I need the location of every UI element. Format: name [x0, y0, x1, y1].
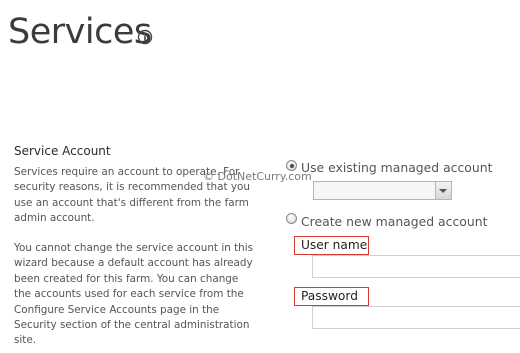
info-icon[interactable]	[137, 29, 153, 45]
section-heading: Service Account	[14, 144, 111, 158]
managed-account-select[interactable]	[313, 181, 452, 200]
user-name-field[interactable]	[312, 255, 520, 278]
service-account-note: You cannot change the service account in…	[14, 242, 254, 347]
create-new-label[interactable]: Create new managed account	[301, 214, 487, 229]
create-new-radio[interactable]	[286, 213, 297, 224]
chevron-down-icon[interactable]	[435, 182, 451, 199]
use-existing-label[interactable]: Use existing managed account	[301, 160, 492, 175]
password-field[interactable]	[312, 306, 520, 329]
password-label: Password	[294, 287, 369, 306]
user-name-label: User name	[294, 236, 369, 255]
watermark: © DotNetCurry.com	[203, 170, 312, 183]
page-title: Services	[8, 12, 152, 52]
